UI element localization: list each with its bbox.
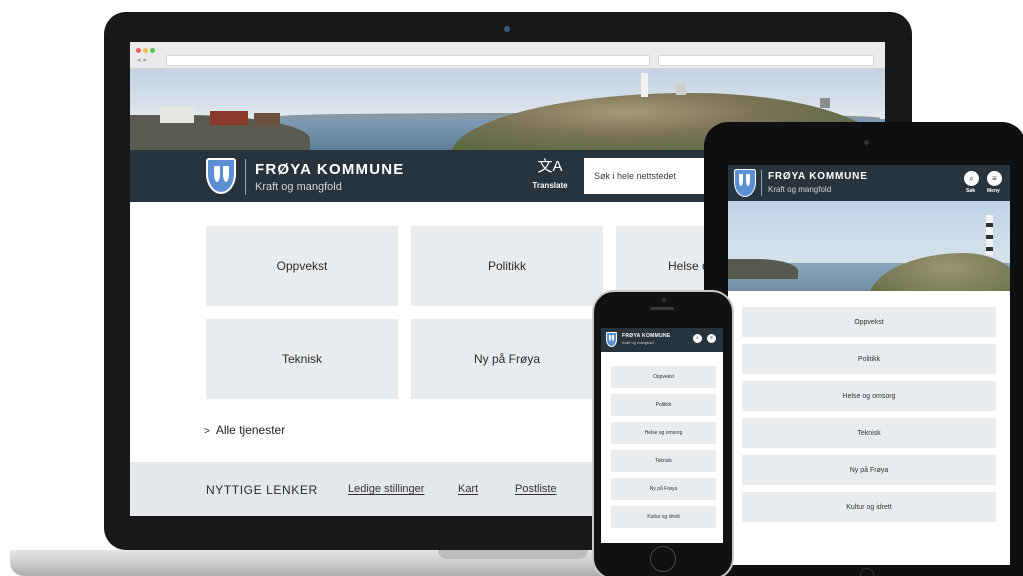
phone-tile-helse[interactable]: Helse og omsorg: [611, 422, 716, 444]
tablet-screen: FRØYA KOMMUNE Kraft og mangfold ⌕ Søk ≡ …: [728, 165, 1010, 565]
laptop-notch: [438, 550, 588, 559]
phone-screen: FRØYA KOMMUNE Kraft og mangfold ⌕ ≡ Oppv…: [601, 328, 723, 543]
menu-button-label: Meny: [987, 188, 1000, 194]
browser-chrome: ◂▸: [130, 42, 885, 69]
window-close-button[interactable]: [136, 48, 141, 53]
tablet-camera: [864, 140, 869, 145]
phone-tile-kultur[interactable]: Kultur og idrett: [611, 506, 716, 528]
phone-camera: [662, 298, 666, 302]
site-title[interactable]: FRØYA KOMMUNE: [768, 171, 868, 182]
translate-label: Translate: [532, 181, 568, 190]
menu-icon[interactable]: ≡: [707, 334, 716, 343]
tablet-tile-helse[interactable]: Helse og omsorg: [742, 381, 996, 411]
link-postliste[interactable]: Postliste: [515, 483, 557, 495]
phone-tile-oppvekst[interactable]: Oppvekst: [611, 366, 716, 388]
translate-icon: 文A: [537, 158, 563, 175]
tablet-site-header: FRØYA KOMMUNE Kraft og mangfold ⌕ Søk ≡ …: [728, 165, 1010, 201]
browser-search-bar[interactable]: [658, 55, 874, 66]
window-zoom-button[interactable]: [150, 48, 155, 53]
phone-tile-teknisk[interactable]: Teknisk: [611, 450, 716, 472]
logo-divider: [761, 170, 762, 196]
phone-site-header: FRØYA KOMMUNE Kraft og mangfold ⌕ ≡: [601, 328, 723, 352]
browser-url-bar[interactable]: [166, 55, 650, 66]
hero-building: [676, 83, 686, 95]
phone-tile-ny-pa-froya[interactable]: Ny på Frøya: [611, 478, 716, 500]
site-title[interactable]: FRØYA KOMMUNE: [622, 333, 671, 339]
service-tile-ny-pa-froya[interactable]: Ny på Frøya: [411, 319, 603, 399]
window-minimize-button[interactable]: [143, 48, 148, 53]
hero-house: [160, 107, 194, 123]
site-title[interactable]: FRØYA KOMMUNE: [255, 161, 405, 178]
tablet-hero-image: [728, 201, 1010, 291]
logo-divider: [245, 159, 246, 195]
hero-lighthouse: [986, 215, 993, 255]
useful-links-title: NYTTIGE LENKER: [206, 483, 318, 497]
coat-of-arms-logo-icon[interactable]: [606, 332, 617, 347]
hero-island: [868, 253, 1010, 291]
service-tile-teknisk[interactable]: Teknisk: [206, 319, 398, 399]
link-kart[interactable]: Kart: [458, 483, 478, 495]
all-services-label: Alle tjenester: [215, 423, 286, 437]
phone-speaker: [650, 307, 674, 310]
tablet-tile-oppvekst[interactable]: Oppvekst: [742, 307, 996, 337]
all-services-link[interactable]: > Alle tjenester: [204, 423, 285, 437]
hero-building: [820, 98, 830, 108]
site-tagline: Kraft og mangfold: [768, 185, 832, 194]
hero-lighthouse: [641, 73, 648, 97]
translate-button[interactable]: 文A Translate: [528, 158, 572, 193]
tablet-home-button[interactable]: [860, 568, 874, 576]
laptop-camera: [504, 26, 510, 32]
chevron-right-icon: >: [204, 426, 210, 437]
search-icon[interactable]: ⌕: [693, 334, 702, 343]
site-tagline: Kraft og mangfold: [622, 340, 654, 345]
tablet-tile-politikk[interactable]: Politikk: [742, 344, 996, 374]
hero-left-land: [728, 259, 798, 279]
tablet-tile-kultur[interactable]: Kultur og idrett: [742, 492, 996, 522]
phone-tile-politikk[interactable]: Politikk: [611, 394, 716, 416]
coat-of-arms-logo-icon[interactable]: [734, 169, 756, 197]
browser-nav-arrows-icon[interactable]: ◂▸: [137, 56, 150, 64]
site-tagline: Kraft og mangfold: [255, 181, 342, 193]
search-button-label: Søk: [966, 188, 976, 194]
tablet-tile-teknisk[interactable]: Teknisk: [742, 418, 996, 448]
coat-of-arms-logo-icon[interactable]: [206, 158, 236, 194]
menu-icon[interactable]: ≡: [987, 171, 1002, 186]
phone-home-button[interactable]: [650, 546, 676, 572]
hero-house: [210, 111, 248, 125]
service-tile-politikk[interactable]: Politikk: [411, 226, 603, 306]
tablet-tile-ny-pa-froya[interactable]: Ny på Frøya: [742, 455, 996, 485]
service-tile-oppvekst[interactable]: Oppvekst: [206, 226, 398, 306]
link-ledige-stillinger[interactable]: Ledige stillinger: [348, 483, 424, 495]
search-icon[interactable]: ⌕: [964, 171, 979, 186]
hero-house: [254, 113, 280, 125]
